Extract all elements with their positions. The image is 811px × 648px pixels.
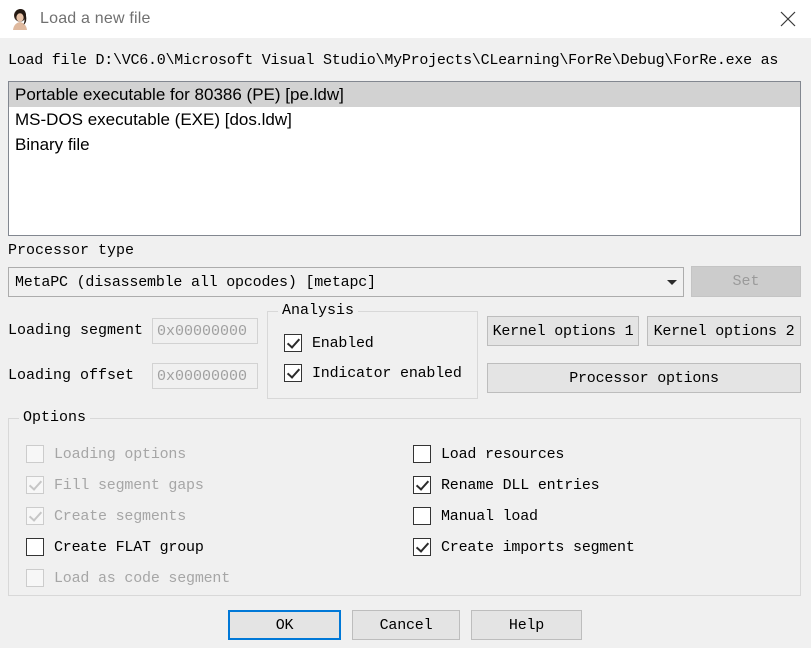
- analysis-group-title: Analysis: [278, 302, 359, 319]
- list-item[interactable]: Binary file: [9, 132, 800, 157]
- checkbox-label: Create imports segment: [441, 538, 635, 556]
- checkbox-create-flat-group[interactable]: Create FLAT group: [26, 538, 204, 556]
- checkbox-loading-options[interactable]: Loading options: [26, 445, 186, 463]
- analysis-group: Analysis Enabled Indicator enabled: [267, 302, 478, 399]
- options-group: Options Loading options Fill segment gap…: [8, 409, 801, 596]
- processor-type-label: Processor type: [8, 242, 135, 259]
- checkbox-icon[interactable]: [26, 569, 44, 587]
- checkbox-icon[interactable]: [413, 476, 431, 494]
- checkbox-icon[interactable]: [284, 364, 302, 382]
- checkbox-icon[interactable]: [26, 476, 44, 494]
- cancel-button[interactable]: Cancel: [352, 610, 460, 640]
- list-item[interactable]: MS-DOS executable (EXE) [dos.ldw]: [9, 107, 800, 132]
- options-group-title: Options: [19, 409, 91, 426]
- processor-type-select[interactable]: MetaPC (disassemble all opcodes) [metapc…: [8, 267, 684, 297]
- set-button[interactable]: Set: [691, 266, 801, 297]
- checkbox-label: Rename DLL entries: [441, 476, 600, 494]
- checkbox-fill-segment-gaps[interactable]: Fill segment gaps: [26, 476, 204, 494]
- checkbox-label: Loading options: [54, 445, 187, 463]
- titlebar: Load a new file: [0, 0, 811, 38]
- processor-options-button[interactable]: Processor options: [487, 363, 801, 393]
- checkbox-label: Create segments: [54, 507, 187, 525]
- checkbox-label: Indicator enabled: [312, 364, 462, 382]
- checkbox-rename-dll-entries[interactable]: Rename DLL entries: [413, 476, 600, 494]
- window-title: Load a new file: [40, 10, 151, 27]
- help-button[interactable]: Help: [471, 610, 582, 640]
- checkbox-icon[interactable]: [413, 445, 431, 463]
- checkbox-analysis-enabled[interactable]: Enabled: [284, 334, 374, 352]
- chevron-down-icon[interactable]: [661, 279, 683, 285]
- checkbox-icon[interactable]: [413, 507, 431, 525]
- close-icon[interactable]: [765, 0, 811, 38]
- loading-segment-label: Loading segment: [8, 322, 144, 339]
- checkbox-create-imports-segment[interactable]: Create imports segment: [413, 538, 635, 556]
- loading-segment-input[interactable]: 0x00000000: [152, 318, 258, 344]
- load-file-path-label: Load file D:\VC6.0\Microsoft Visual Stud…: [8, 52, 779, 69]
- checkbox-icon[interactable]: [413, 538, 431, 556]
- checkbox-label: Fill segment gaps: [54, 476, 204, 494]
- checkbox-create-segments[interactable]: Create segments: [26, 507, 186, 525]
- checkbox-label: Manual load: [441, 507, 538, 525]
- checkbox-icon[interactable]: [26, 445, 44, 463]
- checkbox-load-resources[interactable]: Load resources: [413, 445, 564, 463]
- checkbox-label: Load as code segment: [54, 569, 231, 587]
- checkbox-manual-load[interactable]: Manual load: [413, 507, 538, 525]
- processor-type-value: MetaPC (disassemble all opcodes) [metapc…: [15, 273, 376, 291]
- list-item[interactable]: Portable executable for 80386 (PE) [pe.l…: [9, 82, 800, 107]
- loading-offset-label: Loading offset: [8, 367, 135, 384]
- kernel-options-1-button[interactable]: Kernel options 1: [487, 316, 639, 346]
- file-format-list[interactable]: Portable executable for 80386 (PE) [pe.l…: [8, 81, 801, 236]
- checkbox-icon[interactable]: [26, 507, 44, 525]
- kernel-options-2-button[interactable]: Kernel options 2: [647, 316, 801, 346]
- checkbox-label: Load resources: [441, 445, 565, 463]
- checkbox-load-as-code-segment[interactable]: Load as code segment: [26, 569, 230, 587]
- checkbox-icon[interactable]: [284, 334, 302, 352]
- ok-button[interactable]: OK: [228, 610, 341, 640]
- checkbox-icon[interactable]: [26, 538, 44, 556]
- checkbox-label: Enabled: [312, 334, 374, 352]
- checkbox-analysis-indicator-enabled[interactable]: Indicator enabled: [284, 364, 462, 382]
- ida-lady-icon: [9, 8, 31, 30]
- loading-offset-input[interactable]: 0x00000000: [152, 363, 258, 389]
- checkbox-label: Create FLAT group: [54, 538, 204, 556]
